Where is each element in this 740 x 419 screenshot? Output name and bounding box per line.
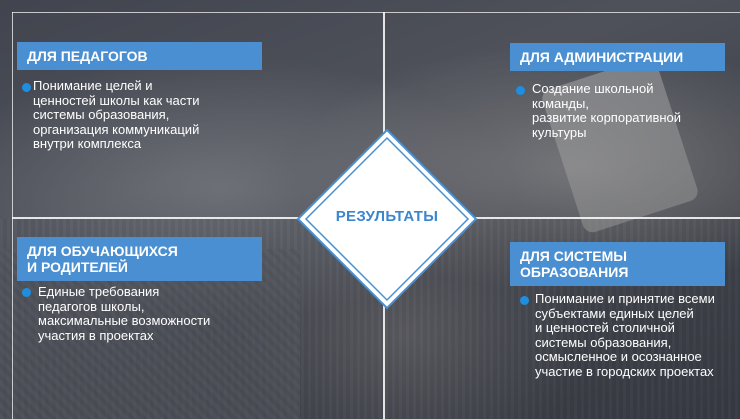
text-line: системы образования, xyxy=(33,107,170,122)
students-text: Единые требования педагогов школы, макси… xyxy=(38,284,211,343)
text-line: Понимание и принятие всеми xyxy=(535,291,715,306)
bullet-dot xyxy=(22,288,31,297)
text-line: Понимание целей и xyxy=(33,78,153,93)
text-line: команды, xyxy=(532,95,589,111)
center-results-label: РЕЗУЛЬТАТЫ xyxy=(335,208,439,225)
header-system-line: ДЛЯ СИСТЕМЫ xyxy=(520,248,627,264)
header-education-line: ОБРАЗОВАНИЯ xyxy=(520,264,629,280)
header-education-system: ДЛЯ СИСТЕМЫ ОБРАЗОВАНИЯ xyxy=(510,242,725,286)
text-line: ценностей школы как части xyxy=(33,92,200,108)
administration-text: Создание школьной команды, развитие корп… xyxy=(532,81,682,140)
header-administration: ДЛЯ АДМИНИСТРАЦИИ xyxy=(510,43,725,71)
header-parents-line: И РОДИТЕЛЕЙ xyxy=(27,259,128,275)
header-students-parents: ДЛЯ ОБУЧАЮЩИХСЯ И РОДИТЕЛЕЙ xyxy=(17,237,262,281)
frame-left-line xyxy=(12,12,13,419)
header-students-line: ДЛЯ ОБУЧАЮЩИХСЯ xyxy=(27,243,178,259)
frame-top-line xyxy=(12,12,740,13)
text-line: системы образования, xyxy=(535,334,672,350)
text-line: культуры xyxy=(532,124,587,140)
text-line: субъектами единых целей xyxy=(535,305,694,321)
text-line: участия в проектах xyxy=(38,327,154,343)
text-line: Единые требования xyxy=(38,284,160,299)
text-line: участие в городских проектах xyxy=(535,363,714,379)
text-line: Создание школьной xyxy=(532,81,654,96)
teachers-text: Понимание целей и ценностей школы как ча… xyxy=(33,78,200,152)
text-line: внутри комплекса xyxy=(33,136,142,151)
header-administration-label: ДЛЯ АДМИНИСТРАЦИИ xyxy=(520,49,684,65)
bullet-dot xyxy=(22,83,31,92)
text-line: педагогов школы, xyxy=(38,298,145,314)
header-teachers-label: ДЛЯ ПЕДАГОГОВ xyxy=(27,48,148,64)
text-line: максимальные возможности xyxy=(38,313,211,328)
bullet-dot xyxy=(520,296,529,305)
text-line: организация коммуникаций xyxy=(33,121,200,137)
header-teachers: ДЛЯ ПЕДАГОГОВ xyxy=(17,42,262,70)
education-system-text: Понимание и принятие всеми субъектами ед… xyxy=(535,291,715,379)
text-line: и ценностей столичной xyxy=(535,320,675,335)
text-line: осмысленное и осознанное xyxy=(535,349,702,364)
text-line: развитие корпоративной xyxy=(532,110,682,125)
bullet-dot xyxy=(516,86,525,95)
